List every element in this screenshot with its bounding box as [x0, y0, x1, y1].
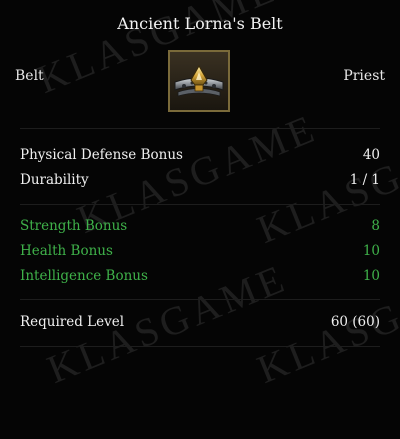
stat-label: Physical Defense Bonus — [20, 147, 183, 163]
bonus-value: 8 — [371, 218, 380, 234]
stat-row-physical-defense: Physical Defense Bonus 40 — [20, 147, 380, 167]
stat-value: 40 — [362, 147, 380, 163]
item-tooltip: KLASGAME KLASGAME KLASGAME KLASGAME KLAS… — [0, 0, 400, 439]
bonus-label: Strength Bonus — [20, 218, 128, 234]
requirement-row-level: Required Level 60 (60) — [20, 314, 380, 334]
bonus-label: Intelligence Bonus — [20, 268, 148, 284]
requirement-value: 60 (60) — [330, 314, 380, 330]
divider — [20, 346, 380, 347]
bonus-value: 10 — [362, 243, 380, 259]
divider — [20, 299, 380, 300]
bonus-row-health: Health Bonus 10 — [20, 243, 380, 263]
bonus-value: 10 — [362, 268, 380, 284]
item-icon-frame[interactable] — [168, 50, 230, 112]
requirement-label: Required Level — [20, 314, 125, 330]
stat-label: Durability — [20, 172, 89, 188]
divider — [20, 204, 380, 205]
item-name: Ancient Lorna's Belt — [117, 14, 283, 33]
stat-value: 1 / 1 — [349, 172, 380, 188]
item-type: Belt — [15, 68, 44, 84]
belt-icon — [170, 52, 228, 110]
bonus-row-strength: Strength Bonus 8 — [20, 218, 380, 238]
bonus-row-intelligence: Intelligence Bonus 10 — [20, 268, 380, 288]
bonus-label: Health Bonus — [20, 243, 113, 259]
item-class: Priest — [343, 68, 385, 84]
stat-row-durability: Durability 1 / 1 — [20, 172, 380, 192]
divider — [20, 128, 380, 129]
